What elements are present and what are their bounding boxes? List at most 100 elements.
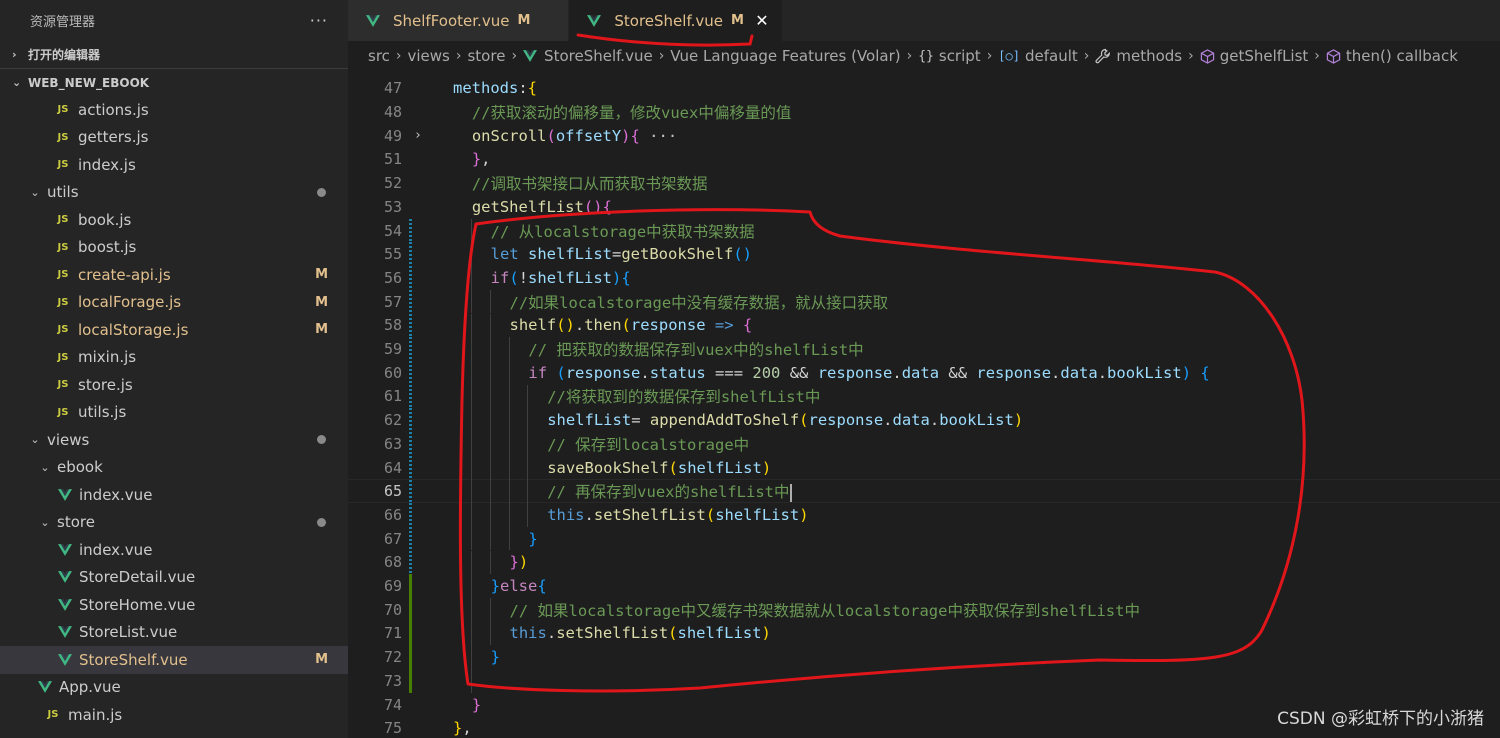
code-line[interactable]: 68}): [348, 550, 1500, 575]
breadcrumb-language[interactable]: Vue Language Features (Volar): [670, 47, 900, 65]
tree-file[interactable]: JS mixin.js: [0, 344, 348, 372]
code-line[interactable]: 47 methods:{: [348, 77, 1500, 101]
tree-file[interactable]: JS localForage.js M: [0, 289, 348, 317]
code-line[interactable]: 69}else{: [348, 574, 1500, 598]
close-icon[interactable]: ✕: [754, 11, 770, 30]
tree-file[interactable]: JS book.js: [0, 206, 348, 234]
code-editor[interactable]: 47 methods:{48//获取滚动的偏移量，修改vuex中偏移量的值 49 › o…: [348, 71, 1500, 738]
tree-folder-utils[interactable]: ⌄ utils: [0, 179, 348, 207]
gutter-added-indicator[interactable]: [409, 669, 412, 693]
code-line[interactable]: 57 //如果localstorage中没有缓存数据，就从接口获取: [348, 289, 1500, 314]
tree-file[interactable]: StoreList.vue: [0, 619, 348, 647]
tree-file[interactable]: App.vue: [0, 674, 348, 702]
tree-file[interactable]: JS localStorage.js M: [0, 316, 348, 344]
gutter-modified-indicator[interactable]: [409, 337, 412, 361]
gutter-modified-indicator[interactable]: [409, 503, 412, 527]
tab-storeshelf-vue[interactable]: StoreShelf.vue M ✕: [569, 0, 783, 41]
gutter-modified-indicator[interactable]: [409, 480, 412, 505]
breadcrumb-default[interactable]: [○] default: [998, 47, 1077, 65]
fold-chevron-icon[interactable]: ›: [414, 128, 422, 143]
code-line[interactable]: 53 getShelfList(){: [348, 195, 1500, 219]
gutter-modified-indicator[interactable]: [409, 360, 412, 385]
breadcrumb-file[interactable]: StoreShelf.vue: [523, 47, 653, 65]
code-token: ): [621, 126, 631, 145]
breadcrumb-store[interactable]: store: [467, 47, 505, 65]
gutter-modified-indicator[interactable]: [409, 384, 412, 409]
code-line[interactable]: 73: [348, 669, 1500, 693]
tree-folder-views[interactable]: ⌄ views: [0, 426, 348, 454]
gutter-added-indicator[interactable]: [409, 574, 412, 598]
code-line[interactable]: 51},: [348, 148, 1500, 172]
open-editors-section[interactable]: › 打开的编辑器: [0, 40, 348, 68]
code-line[interactable]: 54 // 从localstorage中获取书架数据: [348, 218, 1500, 243]
breadcrumb-src[interactable]: src: [368, 47, 390, 65]
tree-file[interactable]: JS getters.js: [0, 124, 348, 152]
tree-file[interactable]: JS create-api.js M: [0, 261, 348, 289]
code-line[interactable]: 72}: [348, 645, 1500, 669]
code-line[interactable]: 61 //将获取到的数据保存到shelfList中: [348, 384, 1500, 409]
code-token: .: [1051, 363, 1061, 382]
code-line[interactable]: 63 // 保存到localstorage中: [348, 432, 1500, 456]
code-line[interactable]: 62 shelfList= appendAddToShelf(response.d…: [348, 408, 1500, 432]
tree-file[interactable]: StoreShelf.vue M: [0, 646, 348, 674]
code-token: data: [1060, 363, 1098, 382]
gutter-modified-indicator[interactable]: [409, 218, 412, 243]
tree-folder-ebook[interactable]: ⌄ ebook: [0, 454, 348, 482]
code-line[interactable]: 49 › onScroll(offsetY){ ···: [348, 124, 1500, 148]
gutter-modified-indicator[interactable]: [409, 266, 412, 290]
code-line[interactable]: 60 if (response.status === 200 && respons…: [348, 360, 1500, 385]
tree-file[interactable]: index.vue: [0, 481, 348, 509]
code-line[interactable]: 65 // 再保存到vuex的shelfList中: [348, 479, 1500, 505]
breadcrumb-separator-icon: ›: [455, 48, 462, 64]
code-line[interactable]: 56 if(!shelfList){: [348, 266, 1500, 290]
code-token: // 保存到localstorage中: [547, 435, 750, 454]
gutter-modified-indicator[interactable]: [409, 432, 412, 456]
gutter-added-indicator[interactable]: [409, 645, 412, 669]
code-line[interactable]: 58 shelf().then(response => {: [348, 313, 1500, 338]
tree-file[interactable]: StoreDetail.vue: [0, 564, 348, 592]
line-number: 75: [383, 719, 402, 738]
tree-file[interactable]: JS main.js: [0, 701, 348, 729]
tree-file[interactable]: JS utils.js: [0, 399, 348, 427]
code-line[interactable]: 55 let shelfList=getBookShelf(): [348, 242, 1500, 267]
text-cursor: [789, 483, 792, 502]
code-line[interactable]: 67}: [348, 526, 1500, 551]
breadcrumb-methods[interactable]: methods: [1095, 47, 1182, 65]
breadcrumb-script[interactable]: {} script: [918, 47, 980, 65]
line-number: 70: [383, 600, 402, 619]
code-token: 200: [752, 363, 781, 382]
gutter-modified-indicator[interactable]: [409, 408, 412, 432]
gutter-added-indicator[interactable]: [409, 597, 412, 622]
code-line[interactable]: 48 //获取滚动的偏移量，修改vuex中偏移量的值: [348, 100, 1500, 124]
code-line[interactable]: 59 // 把获取的数据保存到vuex中的shelfList中: [348, 337, 1500, 361]
code-line[interactable]: 66 this.setShelfList(shelfList): [348, 503, 1500, 527]
code-line[interactable]: 70 // 如果localstorage中又缓存书架数据就从localstorag…: [348, 597, 1500, 622]
code-token: ···: [639, 126, 678, 145]
breadcrumb-views[interactable]: views: [408, 47, 450, 65]
code-line[interactable]: 71 this.setShelfList(shelfList): [348, 621, 1500, 646]
tree-folder-store[interactable]: ⌄ store: [0, 509, 348, 537]
indent-guide: [470, 526, 472, 551]
gutter-modified-indicator[interactable]: [409, 526, 412, 551]
gutter-modified-indicator[interactable]: [409, 455, 412, 480]
more-actions-icon[interactable]: ···: [310, 11, 328, 30]
project-section[interactable]: ⌄ WEB_NEW_EBOOK: [0, 68, 348, 96]
gutter-modified-indicator[interactable]: [409, 550, 412, 575]
indent-guide: [470, 550, 472, 575]
gutter-modified-indicator[interactable]: [409, 242, 412, 267]
gutter-modified-indicator[interactable]: [409, 289, 412, 314]
watermark: CSDN @彩虹桥下的小浙猪: [1277, 709, 1484, 729]
tree-file[interactable]: JS actions.js: [0, 96, 348, 124]
code-line[interactable]: 64 saveBookShelf(shelfList): [348, 455, 1500, 480]
gutter-added-indicator[interactable]: [409, 621, 412, 646]
tree-file[interactable]: index.vue: [0, 536, 348, 564]
tree-file[interactable]: JS boost.js: [0, 234, 348, 262]
gutter-modified-indicator[interactable]: [409, 313, 412, 338]
tree-file[interactable]: JS index.js: [0, 151, 348, 179]
tree-file[interactable]: StoreHome.vue: [0, 591, 348, 619]
breadcrumb-function[interactable]: getShelfList: [1200, 47, 1308, 65]
tree-file[interactable]: JS store.js: [0, 371, 348, 399]
breadcrumb-callback[interactable]: then() callback: [1326, 47, 1458, 65]
tab-shelffooter-vue[interactable]: ShelfFooter.vue M: [348, 0, 570, 41]
code-line[interactable]: 52 //调取书架接口从而获取书架数据: [348, 171, 1500, 195]
